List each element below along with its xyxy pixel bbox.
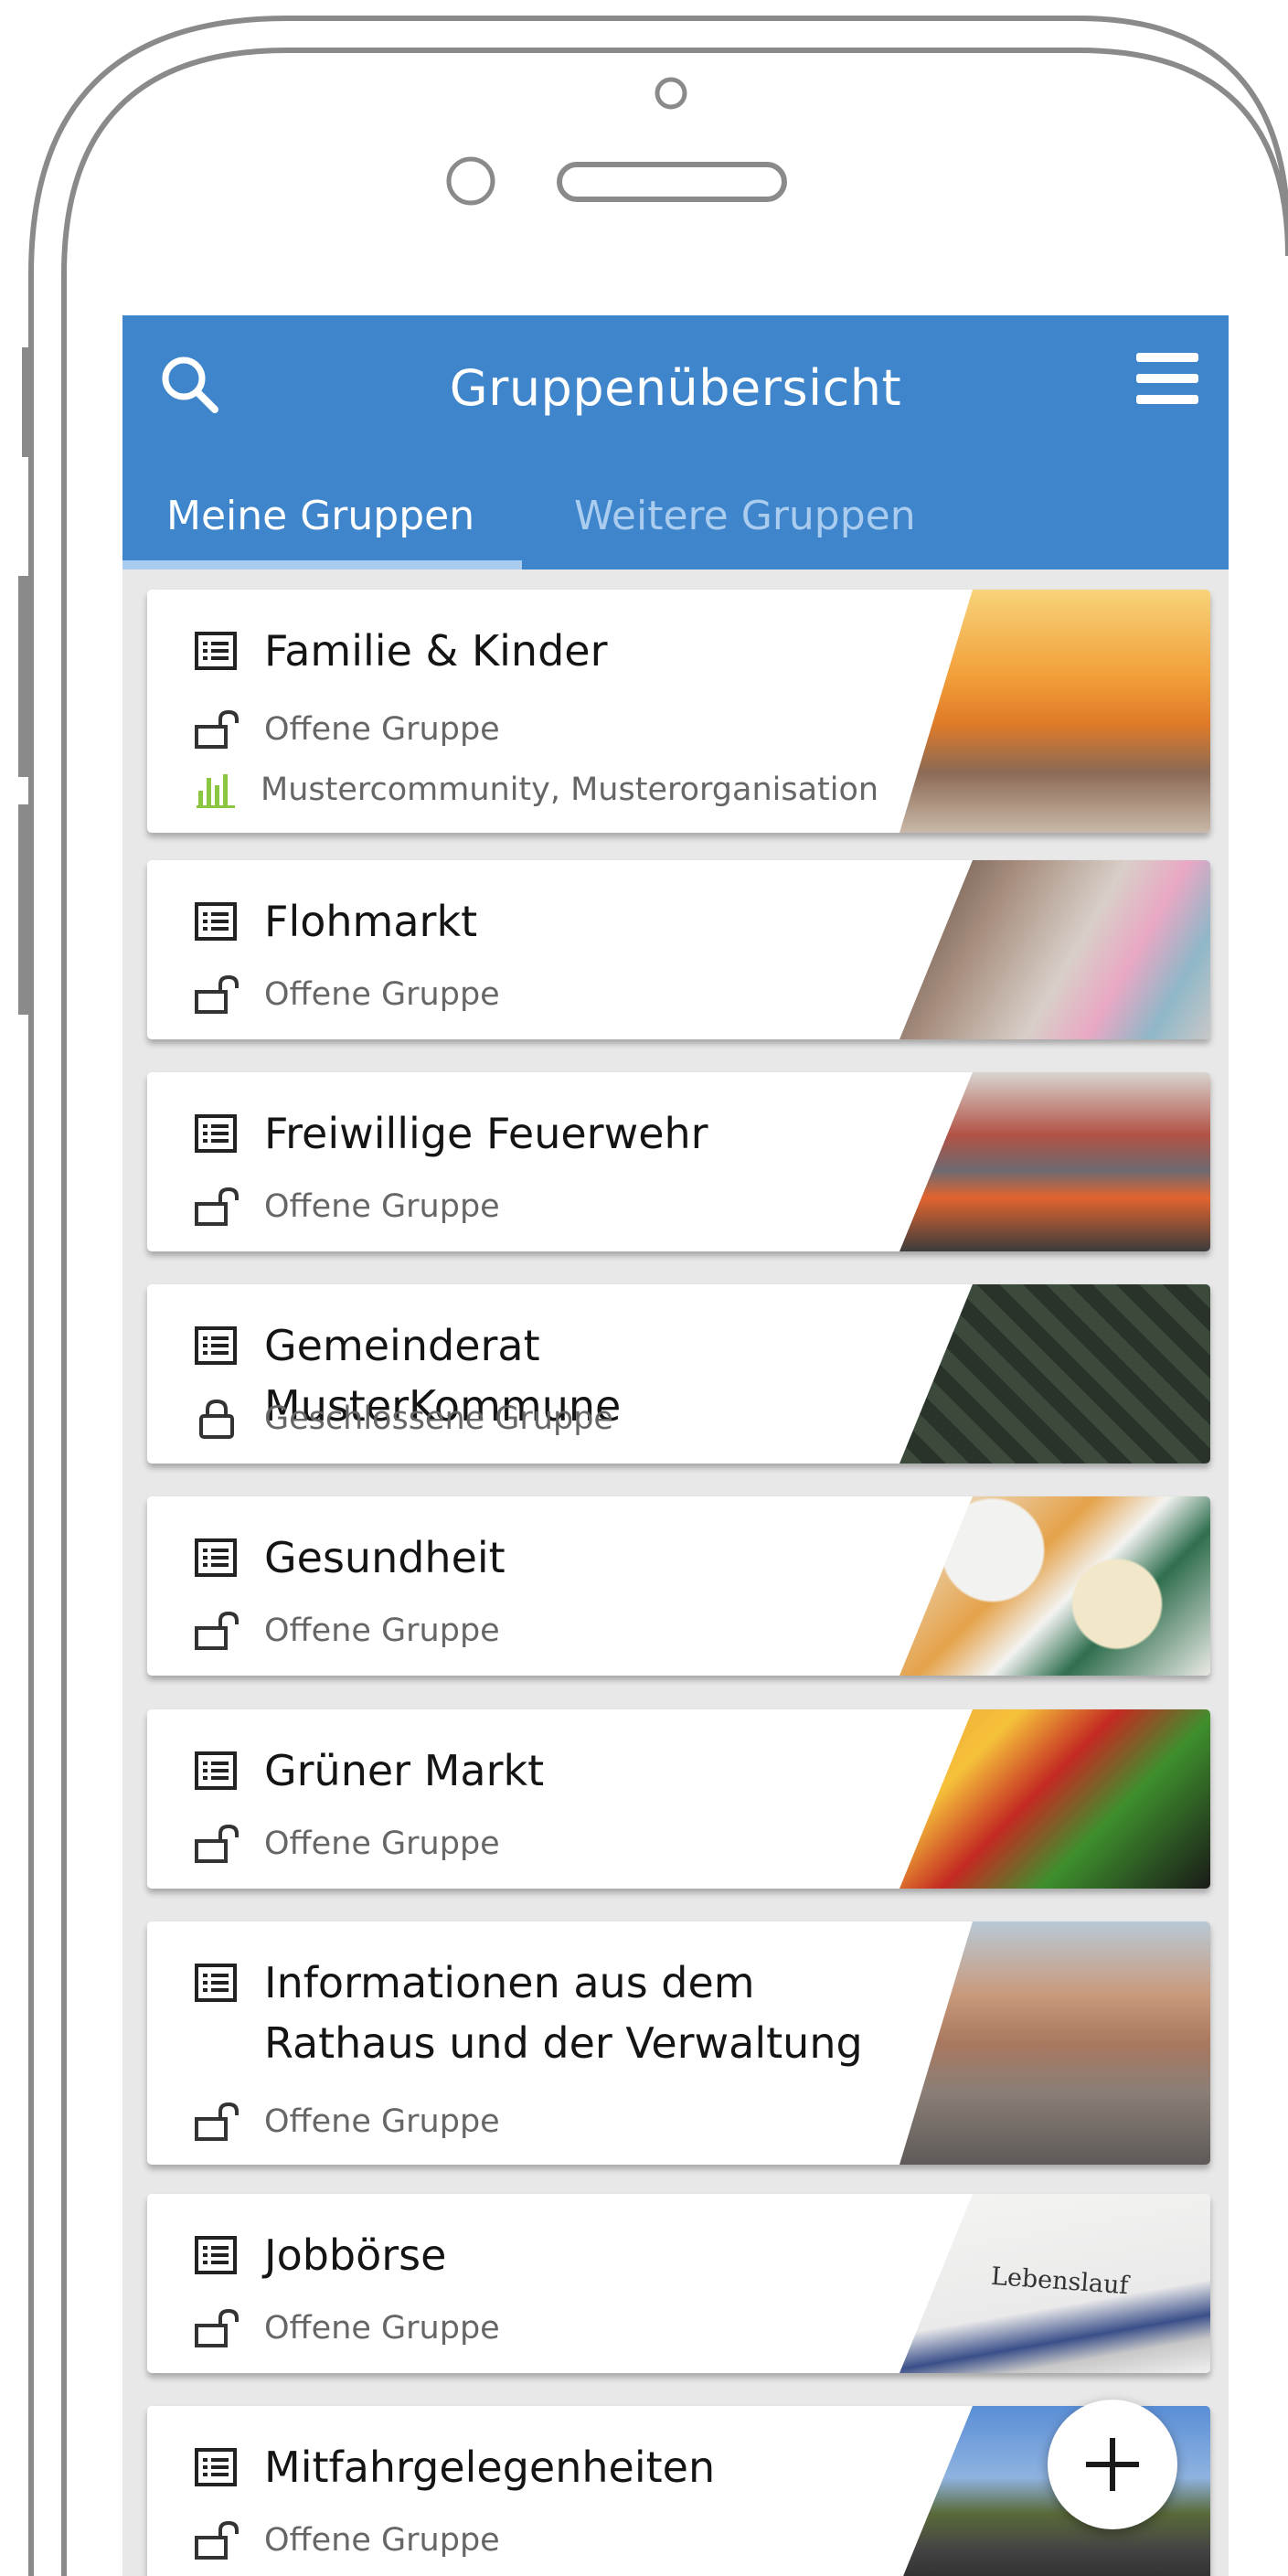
group-card[interactable]: Gesundheit Offene Gruppe bbox=[147, 1496, 1210, 1676]
group-title-row: Familie & Kinder bbox=[195, 626, 608, 681]
lock-open-icon bbox=[195, 2307, 240, 2349]
plus-icon bbox=[1086, 2438, 1139, 2491]
group-card[interactable]: Informationen aus dem Rathaus und der Ver… bbox=[147, 1921, 1210, 2165]
group-name-line: Rathaus und der Verwaltung bbox=[264, 2018, 863, 2068]
group-name: Freiwillige Feuerwehr bbox=[264, 1109, 708, 1158]
list-icon bbox=[195, 902, 237, 941]
group-status-row: Offene Gruppe bbox=[195, 2519, 500, 2561]
hamburger-menu-icon bbox=[1136, 353, 1198, 404]
group-status: Offene Gruppe bbox=[264, 2310, 500, 2347]
tab-weitere-gruppen[interactable]: Weitere Gruppen bbox=[574, 471, 916, 562]
list-icon bbox=[195, 2236, 237, 2274]
list-icon bbox=[195, 2448, 237, 2486]
group-image: Lebenslauf bbox=[899, 2194, 1210, 2373]
group-status: Offene Gruppe bbox=[264, 976, 500, 1013]
group-status-row: Geschlossene Gruppe bbox=[195, 1398, 613, 1440]
group-title-row: Gesundheit bbox=[195, 1533, 506, 1588]
group-title-row: Flohmarkt bbox=[195, 897, 477, 952]
group-card[interactable]: Mitfahrgelegenheiten Offene Gruppe bbox=[147, 2406, 1210, 2576]
camera-icon bbox=[446, 156, 495, 206]
group-status-row: Offene Gruppe bbox=[195, 1610, 500, 1652]
group-card[interactable]: Freiwillige Feuerwehr Offene Gruppe bbox=[147, 1072, 1210, 1251]
group-organisations: Mustercommunity, Musterorganisation bbox=[261, 772, 879, 808]
list-icon bbox=[195, 1964, 237, 2002]
lock-open-icon bbox=[195, 974, 240, 1016]
group-status: Offene Gruppe bbox=[264, 711, 500, 748]
earpiece-dot bbox=[655, 77, 687, 110]
organisation-icon bbox=[195, 769, 237, 811]
group-status: Offene Gruppe bbox=[264, 1613, 500, 1649]
group-name: Informationen aus dem Rathaus und der Ver… bbox=[264, 1953, 863, 2073]
group-status-row: Offene Gruppe bbox=[195, 708, 500, 750]
list-icon bbox=[195, 1114, 237, 1153]
group-image bbox=[899, 1709, 1210, 1889]
speaker-grille bbox=[557, 162, 787, 202]
app-bar: Gruppenübersicht Meine Gruppen Weitere G… bbox=[122, 315, 1229, 569]
group-status-row: Offene Gruppe bbox=[195, 974, 500, 1016]
list-icon bbox=[195, 1751, 237, 1790]
group-image-caption: Lebenslauf bbox=[990, 2262, 1130, 2301]
group-name: Gesundheit bbox=[264, 1533, 506, 1582]
group-name: Grüner Markt bbox=[264, 1746, 545, 1795]
group-status: Offene Gruppe bbox=[264, 1826, 500, 1862]
menu-button[interactable] bbox=[1126, 337, 1208, 420]
group-image bbox=[899, 860, 1210, 1039]
group-status: Offene Gruppe bbox=[264, 2103, 500, 2140]
group-image bbox=[899, 1284, 1210, 1464]
list-icon bbox=[195, 1538, 237, 1577]
group-name: Familie & Kinder bbox=[264, 626, 608, 676]
group-card[interactable]: Familie & Kinder Offene Gruppe Mustercommu… bbox=[147, 590, 1210, 833]
group-card[interactable]: Gemeinderat MusterKommune Geschlossene Gr… bbox=[147, 1284, 1210, 1464]
group-card[interactable]: Flohmarkt Offene Gruppe bbox=[147, 860, 1210, 1039]
lock-open-icon bbox=[195, 1823, 240, 1865]
group-image bbox=[899, 590, 1210, 833]
lock-open-icon bbox=[195, 708, 240, 750]
tab-meine-gruppen[interactable]: Meine Gruppen bbox=[166, 471, 474, 562]
app-screen: Gruppenübersicht Meine Gruppen Weitere G… bbox=[122, 315, 1229, 2576]
lock-open-icon bbox=[195, 2519, 240, 2561]
group-title-row: Freiwillige Feuerwehr bbox=[195, 1109, 708, 1164]
group-status-row: Offene Gruppe bbox=[195, 2307, 500, 2349]
group-title-row: Informationen aus dem Rathaus und der Ver… bbox=[195, 1958, 863, 2073]
page-title: Gruppenübersicht bbox=[449, 359, 902, 417]
lock-open-icon bbox=[195, 1610, 240, 1652]
group-name: Jobbörse bbox=[264, 2230, 447, 2280]
group-image bbox=[899, 1072, 1210, 1251]
group-card[interactable]: Lebenslauf Jobbörse Offene Gruppe bbox=[147, 2194, 1210, 2373]
group-name-line: Informationen aus dem bbox=[264, 1958, 755, 2007]
group-image bbox=[899, 1921, 1210, 2165]
group-org-row: Mustercommunity, Musterorganisation bbox=[195, 769, 878, 811]
group-image bbox=[899, 1496, 1210, 1676]
group-status-row: Offene Gruppe bbox=[195, 1823, 500, 1865]
list-icon bbox=[195, 1326, 237, 1365]
lock-open-icon bbox=[195, 1186, 240, 1228]
group-title-row: Grüner Markt bbox=[195, 1746, 544, 1801]
group-name: Mitfahrgelegenheiten bbox=[264, 2443, 716, 2492]
group-status: Offene Gruppe bbox=[264, 2522, 500, 2559]
group-card[interactable]: Grüner Markt Offene Gruppe bbox=[147, 1709, 1210, 1889]
lock-closed-icon bbox=[195, 1398, 240, 1440]
tab-indicator bbox=[122, 560, 522, 569]
add-group-button[interactable] bbox=[1048, 2400, 1177, 2529]
group-title-row: Jobbörse bbox=[195, 2230, 446, 2285]
group-status-row: Offene Gruppe bbox=[195, 2101, 500, 2143]
group-status: Offene Gruppe bbox=[264, 1188, 500, 1225]
group-status-row: Offene Gruppe bbox=[195, 1186, 500, 1228]
lock-open-icon bbox=[195, 2101, 240, 2143]
list-icon bbox=[195, 632, 237, 670]
group-name: Flohmarkt bbox=[264, 897, 478, 946]
group-title-row: Mitfahrgelegenheiten bbox=[195, 2443, 715, 2497]
group-status: Geschlossene Gruppe bbox=[264, 1400, 613, 1437]
